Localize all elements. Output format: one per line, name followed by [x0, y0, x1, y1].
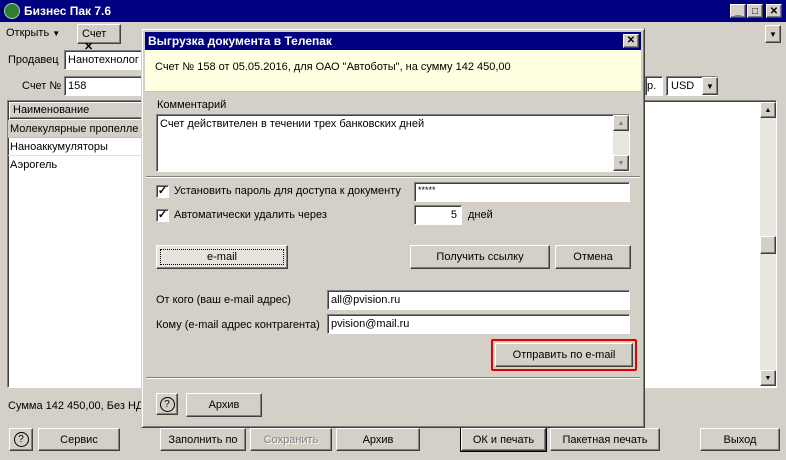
seller-field[interactable]: Нанотехнолог — [64, 50, 144, 70]
scroll-down-arrow-icon[interactable]: ▼ — [760, 370, 776, 386]
send-email-button[interactable]: Отправить по e-mail — [495, 343, 633, 367]
dialog-title-bar[interactable]: Выгрузка документа в Телепак ✕ — [145, 32, 641, 50]
comment-scroll-up-icon[interactable]: ▲ — [613, 115, 629, 131]
autodelete-days-value: 5 — [450, 209, 457, 221]
from-email-value: all@pvision.ru — [331, 294, 401, 306]
dialog-help-button[interactable]: ? — [156, 393, 178, 415]
days-label: дней — [468, 209, 493, 221]
list-header[interactable]: Наименование — [9, 102, 143, 119]
vertical-scrollbar[interactable]: ▲ ▼ — [760, 102, 776, 386]
to-email-value: pvision@mail.ru — [331, 318, 410, 330]
currency-fragment: р. — [647, 80, 657, 92]
service-button[interactable]: Сервис — [38, 428, 120, 451]
batch-print-button-label: Пакетная печать — [562, 433, 648, 446]
autodelete-days-field[interactable]: 5 — [414, 205, 462, 225]
exit-button[interactable]: Выход — [700, 428, 780, 451]
main-title-bar[interactable]: Бизнес Пак 7.6 _ □ ✕ — [0, 0, 786, 22]
send-email-button-label: Отправить по e-mail — [512, 349, 616, 361]
app-title: Бизнес Пак 7.6 — [24, 4, 112, 18]
list-item-label: Аэрогель — [10, 159, 58, 171]
password-checkbox[interactable]: ✓ — [156, 185, 169, 198]
tab-invoice-label: Счет — [82, 28, 107, 40]
dialog-archive-button[interactable]: Архив — [186, 393, 262, 417]
get-link-button-label: Получить ссылку — [436, 251, 524, 263]
email-button[interactable]: e-mail — [156, 245, 288, 269]
comment-textarea[interactable]: Счет действителен в течении трех банковс… — [156, 114, 630, 172]
list-item[interactable]: Наноаккумуляторы — [8, 138, 142, 156]
comment-scrollbar[interactable]: ▲ ▼ — [613, 115, 629, 171]
to-email-field[interactable]: pvision@mail.ru — [327, 314, 630, 334]
invoice-number-value: 158 — [68, 80, 87, 92]
email-button-inner: e-mail — [160, 249, 284, 265]
divider — [146, 176, 640, 178]
comment-label: Комментарий — [157, 99, 227, 111]
close-button[interactable]: ✕ — [766, 4, 782, 18]
save-button[interactable]: Сохранить — [250, 428, 332, 451]
scroll-thumb[interactable] — [760, 236, 776, 254]
list-header-name: Наименование — [13, 104, 90, 116]
seller-value: Нанотехнолог — [68, 54, 139, 66]
list-item[interactable]: Аэрогель — [8, 156, 142, 174]
ok-print-button[interactable]: ОК и печать — [460, 427, 547, 452]
archive-button-main-label: Архив — [362, 433, 394, 446]
document-info: Счет № 158 от 05.05.2016, для ОАО "Автоб… — [155, 61, 511, 73]
autodelete-checkbox[interactable]: ✓ — [156, 209, 169, 222]
dialog-title: Выгрузка документа в Телепак — [148, 34, 332, 48]
autodelete-label: Автоматически удалить через — [174, 209, 327, 221]
seller-label: Продавец — [8, 54, 59, 66]
tabs-dropdown-button[interactable]: ▼ — [765, 25, 781, 43]
help-icon: ? — [13, 432, 29, 447]
invoice-label: Счет № — [22, 80, 62, 92]
batch-print-button[interactable]: Пакетная печать — [550, 428, 660, 451]
cancel-button-label: Отмена — [573, 251, 613, 263]
list-item-label: Молекулярные пропелле — [10, 123, 139, 135]
email-button-label: e-mail — [207, 251, 237, 263]
minimize-button[interactable]: _ — [730, 4, 746, 18]
dropdown-arrow-icon: ▼ — [52, 29, 61, 38]
dialog-close-button[interactable]: ✕ — [623, 34, 639, 48]
list-item[interactable]: Молекулярные пропелле — [8, 120, 142, 138]
to-label: Кому (e-mail адрес контрагента) — [156, 319, 320, 331]
fill-button-label: Заполнить по — [168, 433, 238, 446]
list-item-label: Наноаккумуляторы — [10, 141, 108, 153]
service-button-label: Сервис — [60, 433, 98, 446]
archive-button-main[interactable]: Архив — [336, 428, 420, 451]
fill-button[interactable]: Заполнить по — [160, 428, 246, 451]
sum-text: Сумма 142 450,00, Без НД — [8, 400, 144, 412]
document-info-band: Счет № 158 от 05.05.2016, для ОАО "Автоб… — [145, 50, 641, 92]
scroll-up-arrow-icon[interactable]: ▲ — [760, 102, 776, 118]
open-menu[interactable]: Открыть ▼ — [6, 27, 60, 39]
tab-invoice[interactable]: Счет ✕ — [77, 24, 121, 53]
maximize-button[interactable]: □ — [747, 4, 763, 18]
divider — [146, 377, 640, 379]
comment-scroll-down-icon[interactable]: ▼ — [613, 155, 629, 171]
password-check-label: Установить пароль для доступа к документ… — [174, 185, 401, 197]
from-label: От кого (ваш e-mail адрес) — [156, 294, 291, 306]
ok-print-button-label: ОК и печать — [472, 433, 535, 446]
upload-dialog: Выгрузка документа в Телепак ✕ Счет № 15… — [141, 28, 645, 428]
invoice-number-field[interactable]: 158 — [64, 76, 144, 96]
currency-dropdown-button[interactable]: ▼ — [702, 77, 718, 95]
help-button[interactable]: ? — [9, 428, 33, 451]
exit-button-label: Выход — [723, 433, 757, 446]
password-field[interactable]: ***** — [414, 182, 630, 202]
get-link-button[interactable]: Получить ссылку — [410, 245, 550, 269]
dialog-archive-button-label: Архив — [208, 399, 240, 411]
app-logo-icon — [4, 3, 20, 19]
from-email-field[interactable]: all@pvision.ru — [327, 290, 630, 310]
open-menu-label: Открыть — [6, 27, 50, 39]
save-button-label: Сохранить — [263, 433, 319, 446]
help-icon: ? — [159, 396, 175, 412]
cancel-button[interactable]: Отмена — [555, 245, 631, 269]
comment-value: Счет действителен в течении трех банковс… — [160, 118, 425, 130]
currency-value: USD — [671, 80, 695, 92]
currency-fragment-field[interactable]: р. — [645, 76, 663, 96]
password-value: ***** — [418, 185, 436, 195]
